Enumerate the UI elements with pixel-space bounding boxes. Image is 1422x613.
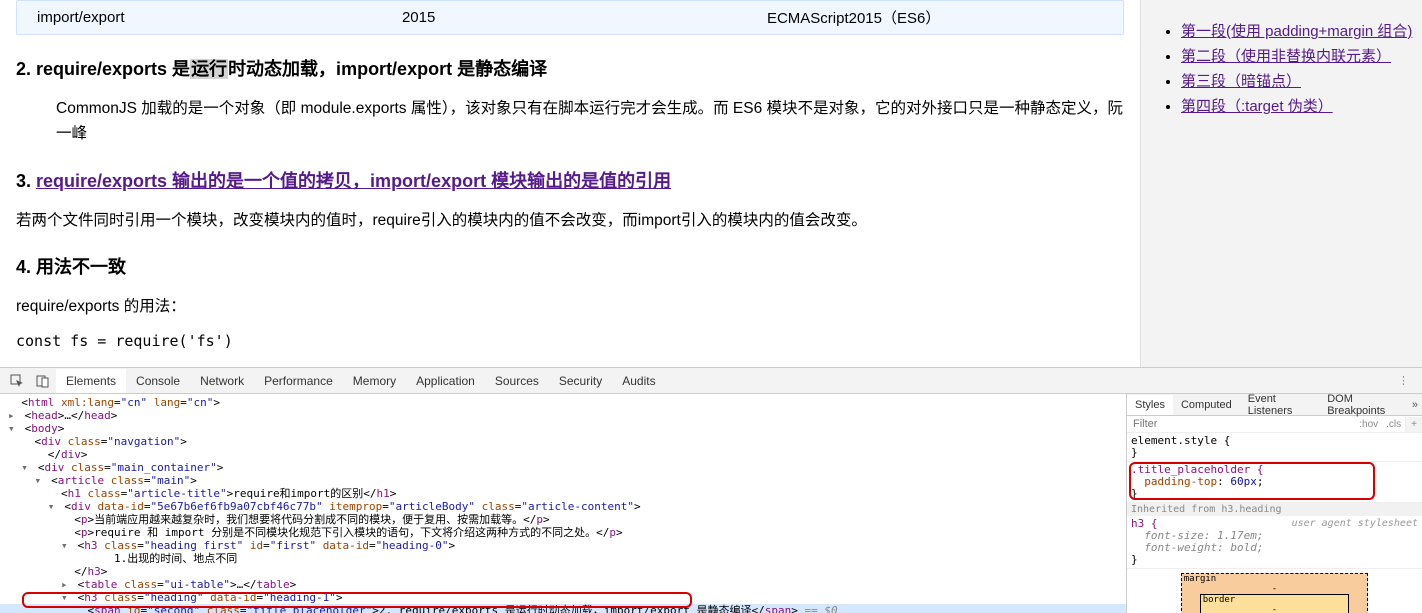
- tab-styles[interactable]: Styles: [1127, 395, 1173, 415]
- heading-link[interactable]: require/exports 输出的是一个值的拷贝，import/export…: [36, 171, 671, 191]
- table-cell: 2015: [382, 1, 747, 34]
- tab-memory[interactable]: Memory: [343, 369, 406, 393]
- devtools-tabs: Elements Console Network Performance Mem…: [0, 368, 1422, 394]
- module-table: import/export 2015 ECMAScript2015（ES6）: [16, 0, 1124, 35]
- devtools: Elements Console Network Performance Mem…: [0, 367, 1422, 613]
- sidebar-item-3[interactable]: 第三段（暗锚点）: [1181, 73, 1301, 90]
- sidebar-item-2[interactable]: 第二段（使用非替换内联元素）: [1181, 48, 1391, 65]
- inherited-from: Inherited from h3.heading: [1127, 503, 1422, 516]
- sidebar-nav: 第一段(使用 padding+margin 组合) 第二段（使用非替换内联元素）…: [1140, 0, 1422, 367]
- article-content: import/export 2015 ECMAScript2015（ES6） 2…: [0, 0, 1140, 367]
- sidebar-item-1[interactable]: 第一段(使用 padding+margin 组合): [1181, 23, 1412, 40]
- tab-audits[interactable]: Audits: [612, 369, 665, 393]
- inherited-link[interactable]: h3.heading: [1221, 504, 1281, 515]
- tab-elements[interactable]: Elements: [56, 369, 126, 393]
- table-cell: ECMAScript2015（ES6）: [747, 1, 1123, 34]
- tab-computed[interactable]: Computed: [1173, 395, 1240, 415]
- elements-tree[interactable]: <html xml:lang="cn" lang="cn"> ▸ <head>……: [0, 394, 1126, 613]
- tab-console[interactable]: Console: [126, 369, 190, 393]
- device-icon[interactable]: [36, 374, 50, 388]
- tab-performance[interactable]: Performance: [254, 369, 343, 393]
- tab-application[interactable]: Application: [406, 369, 485, 393]
- sidebar-item-4[interactable]: 第四段（:target 伪类）: [1181, 98, 1333, 115]
- tab-network[interactable]: Network: [190, 369, 254, 393]
- paragraph: 若两个文件同时引用一个模块，改变模块内的值时，require引入的模块内的值不会…: [16, 209, 1124, 234]
- paragraph: require/exports 的用法：: [16, 295, 1124, 320]
- heading-2: 2. require/exports 是运行时动态加载，import/expor…: [16, 55, 1124, 81]
- tab-security[interactable]: Security: [549, 369, 612, 393]
- heading-4: 4. 用法不一致: [16, 253, 1124, 279]
- chevron-right-icon[interactable]: »: [1408, 399, 1422, 411]
- cls-toggle[interactable]: .cls: [1382, 419, 1405, 430]
- filter-input[interactable]: [1127, 416, 1355, 432]
- box-model: margin - border - padding - auto × auto …: [1127, 569, 1422, 613]
- highlighted-text: 运行: [190, 59, 228, 79]
- tab-sources[interactable]: Sources: [485, 369, 549, 393]
- styles-panel: Styles Computed Event Listeners DOM Brea…: [1126, 394, 1422, 613]
- table-cell: import/export: [17, 1, 382, 34]
- ua-style-rule[interactable]: user agent stylesheet h3 { font-size: 1.…: [1127, 516, 1422, 569]
- code-block: const fs = require('fs'): [16, 332, 1124, 350]
- inspect-icon[interactable]: [10, 374, 24, 388]
- style-rule[interactable]: .title_placeholder { padding-top: 60px;}: [1127, 462, 1422, 503]
- new-style-rule-button[interactable]: +: [1405, 417, 1422, 432]
- element-style-rule[interactable]: element.style {}: [1127, 433, 1422, 462]
- more-icon[interactable]: ⋮: [1398, 374, 1418, 387]
- heading-3: 3. require/exports 输出的是一个值的拷贝，import/exp…: [16, 167, 1124, 193]
- hov-toggle[interactable]: :hov: [1355, 419, 1382, 430]
- paragraph: CommonJS 加载的是一个对象（即 module.exports 属性），该…: [56, 97, 1124, 147]
